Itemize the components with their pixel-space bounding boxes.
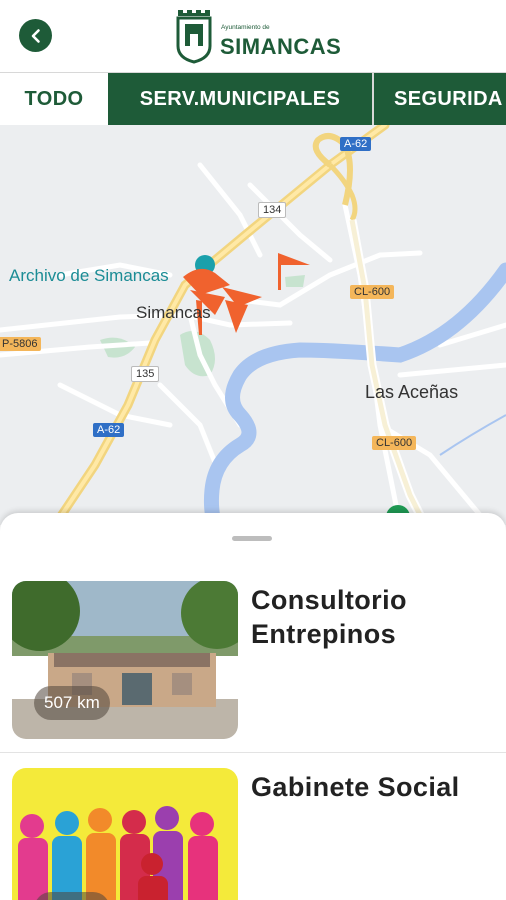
- road-badge-p5806: P-5806: [0, 337, 42, 351]
- list-item[interactable]: 507 km Consultorio Entrepinos: [0, 581, 506, 753]
- map-label-simancas: Simancas: [136, 303, 211, 322]
- road-badge-cl600: CL-600: [372, 436, 417, 450]
- place-photo: 507 km: [12, 581, 238, 739]
- logo-subtitle: Ayuntamiento de: [221, 24, 270, 31]
- simancas-logo: Ayuntamiento de SIMANCAS: [174, 6, 341, 64]
- distance-badge: 507 km: [34, 686, 110, 720]
- tab-todo[interactable]: TODO: [0, 73, 108, 125]
- tab-seguridad[interactable]: SEGURIDA: [374, 73, 506, 125]
- tab-serv-municipales[interactable]: SERV.MUNICIPALES: [108, 73, 374, 125]
- logo-title: SIMANCAS: [220, 34, 342, 59]
- list-item[interactable]: 509 km Gabinete Social: [0, 754, 506, 900]
- drag-handle[interactable]: [232, 536, 272, 541]
- road-badge-135: 135: [131, 366, 160, 382]
- map-view[interactable]: Archivo de Simancas Simancas Las Aceñas …: [0, 125, 506, 525]
- place-title: Consultorio Entrepinos: [251, 585, 407, 649]
- place-photo: 509 km: [12, 768, 238, 900]
- map-label-acenas: Las Aceñas: [365, 382, 459, 402]
- road-badge-a62: A-62: [93, 423, 125, 437]
- road-badge-cl600: CL-600: [350, 285, 395, 299]
- road-badge-a62: A-62: [340, 137, 372, 151]
- places-sheet: 507 km Consultorio Entrepinos Gabinete S…: [0, 513, 506, 900]
- chevron-left-icon: [31, 28, 40, 43]
- map-label-archivo: Archivo de Simancas: [9, 266, 169, 285]
- category-tabs: TODO SERV.MUNICIPALES SEGURIDA: [0, 72, 506, 125]
- back-button[interactable]: [19, 19, 52, 52]
- distance-badge: 509 km: [34, 892, 110, 900]
- place-title: Gabinete Social: [251, 772, 460, 802]
- castle-icon: [176, 10, 212, 64]
- map-canvas: [0, 125, 506, 525]
- app-header: Ayuntamiento de SIMANCAS: [0, 0, 506, 72]
- road-badge-134: 134: [258, 202, 287, 218]
